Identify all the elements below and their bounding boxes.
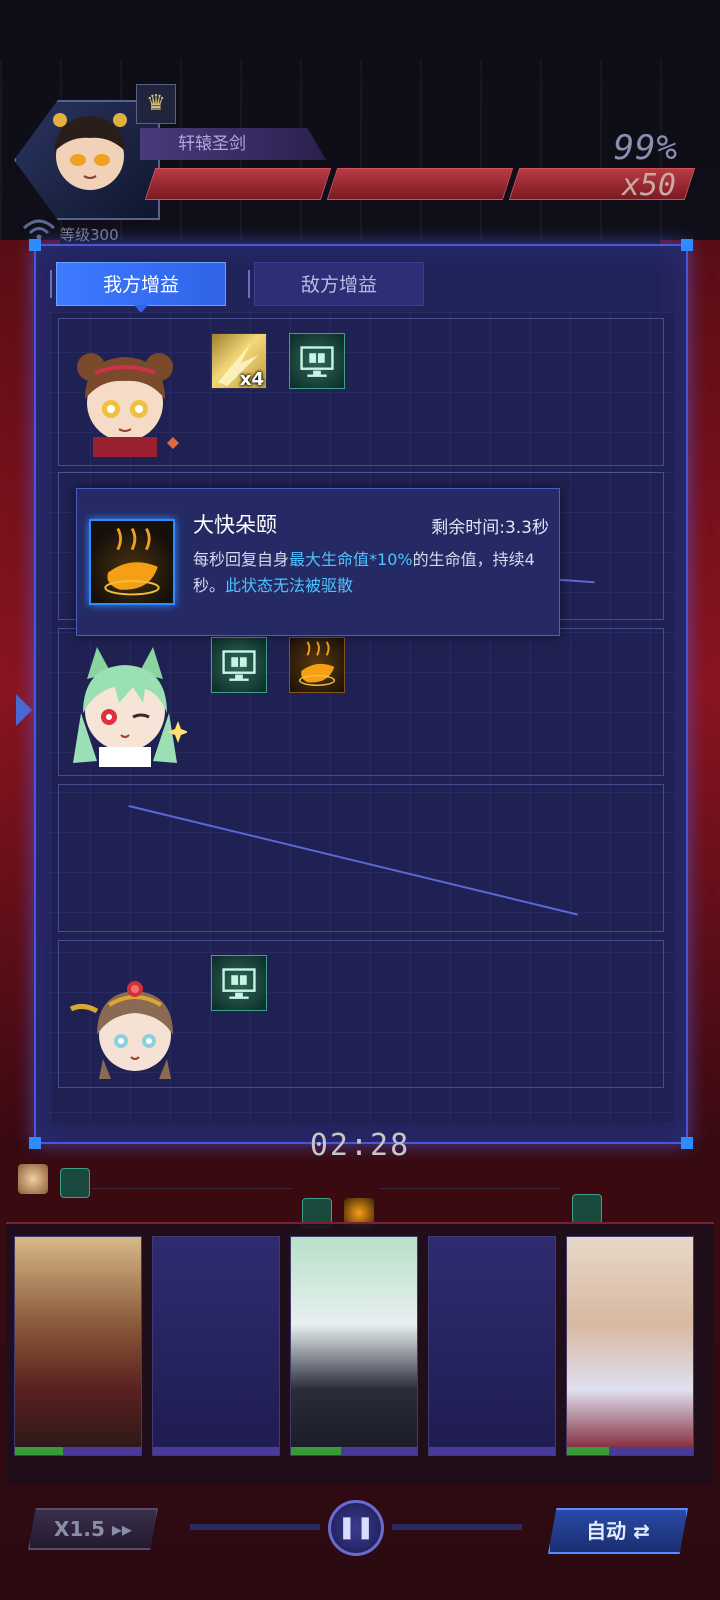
tooltip-title: 大快朵颐 bbox=[193, 513, 277, 537]
buff-grid: x4 bbox=[50, 312, 674, 1122]
side-expand-arrow-icon[interactable] bbox=[16, 694, 32, 726]
boss-hp-multiplier: x50 bbox=[621, 168, 676, 203]
buff-icon-row bbox=[211, 637, 345, 693]
chili-flame-icon[interactable] bbox=[289, 637, 345, 693]
hero-card-empty bbox=[428, 1236, 556, 1456]
tab-ally-buffs[interactable]: 我方增益 bbox=[56, 262, 226, 313]
buff-tooltip: 大快朵颐 剩余时间:3.3秒 每秒回复自身最大生命值*10%的生命值，持续4秒。… bbox=[76, 488, 560, 636]
monitor-book-glyph bbox=[222, 968, 256, 999]
boss-hp-segment bbox=[144, 168, 332, 200]
tab-enemy-buffs[interactable]: 敌方增益 bbox=[254, 262, 424, 306]
strength-burst-icon[interactable]: x4 bbox=[211, 333, 267, 390]
battle-timer: 02:28 bbox=[309, 1128, 411, 1163]
boss-avatar bbox=[53, 113, 127, 190]
hero-hp-track bbox=[153, 1447, 279, 1455]
hero-card-green-fox-girl[interactable] bbox=[290, 1236, 418, 1456]
boss-name: 轩辕圣剑 bbox=[140, 128, 326, 160]
auto-battle-button[interactable]: 自动 ⇄ bbox=[548, 1508, 688, 1554]
monitor-book-icon[interactable] bbox=[211, 637, 267, 693]
tab-divider bbox=[248, 270, 250, 298]
monitor-book-glyph bbox=[222, 650, 256, 681]
remaining-time-value: 3.3秒 bbox=[504, 518, 549, 538]
tooltip-description: 每秒回复自身最大生命值*10%的生命值，持续4秒。此状态无法被驱散 bbox=[193, 547, 549, 599]
panel-corner bbox=[681, 239, 693, 251]
chili-flame-glyph bbox=[298, 641, 336, 686]
turn-monitor-book-icon bbox=[60, 1168, 90, 1198]
buff-icon-row bbox=[211, 955, 267, 1011]
turn-track bbox=[92, 1188, 292, 1189]
chili-flame-icon bbox=[89, 519, 175, 605]
hero-avatar-crowned-girl[interactable] bbox=[63, 955, 187, 1079]
desc-highlight: 此状态无法被驱散 bbox=[225, 576, 354, 595]
boss-hp-percent: 99% bbox=[613, 128, 678, 168]
wifi-icon bbox=[22, 219, 56, 240]
boss-crown-icon: ♛ bbox=[136, 84, 176, 124]
hero-buff-slot bbox=[58, 784, 664, 932]
hero-card-crowned-girl[interactable] bbox=[566, 1236, 694, 1456]
desc-highlight: 最大生命值*10% bbox=[289, 550, 413, 569]
monitor-book-icon[interactable] bbox=[289, 333, 345, 389]
hero-card-empty bbox=[152, 1236, 280, 1456]
tooltip-remaining-time: 剩余时间:3.3秒 bbox=[431, 513, 549, 538]
hero-hp-bar bbox=[567, 1447, 609, 1455]
turn-track bbox=[380, 1188, 560, 1189]
control-rail bbox=[190, 1524, 320, 1530]
monitor-book-glyph bbox=[300, 346, 334, 377]
tab-divider bbox=[50, 270, 52, 298]
monitor-book-icon[interactable] bbox=[211, 955, 267, 1011]
turn-monitor-book-icon bbox=[572, 1194, 602, 1224]
pause-icon[interactable]: ❚❚ bbox=[328, 1500, 384, 1556]
desc-text: 每秒回复自身 bbox=[193, 550, 290, 569]
buff-icon-row: x4 bbox=[211, 333, 345, 390]
turn-hero-bun-girl-icon bbox=[18, 1164, 48, 1194]
buff-stack-count: x4 bbox=[239, 369, 264, 390]
chili-flame-large-glyph bbox=[104, 527, 160, 596]
hero-hp-bar bbox=[291, 1447, 342, 1455]
boss-hp-bar bbox=[144, 168, 696, 200]
hero-card-bun-girl[interactable] bbox=[14, 1236, 142, 1456]
hero-buff-slot: x4 bbox=[58, 318, 664, 466]
boss-level: 等级300 bbox=[60, 226, 119, 244]
buff-panel: 我方增益 敌方增益 x4 bbox=[29, 239, 693, 1149]
control-rail bbox=[392, 1524, 522, 1530]
hero-buff-slot bbox=[58, 628, 664, 776]
hero-avatar-green-fox-girl[interactable] bbox=[63, 643, 187, 767]
panel-corner bbox=[29, 239, 41, 251]
remaining-time-label: 剩余时间: bbox=[431, 518, 505, 538]
hero-hp-bar bbox=[15, 1447, 63, 1455]
hero-hp-track bbox=[429, 1447, 555, 1455]
hero-buff-slot bbox=[58, 940, 664, 1088]
boss-hp-segment bbox=[326, 168, 514, 200]
empty-slot-line bbox=[128, 805, 579, 916]
hero-avatar-bun-girl[interactable] bbox=[63, 333, 187, 457]
speed-toggle-button[interactable]: X1.5 ▸▸ bbox=[28, 1508, 158, 1550]
buff-tabs: 我方增益 敌方增益 bbox=[56, 262, 424, 313]
